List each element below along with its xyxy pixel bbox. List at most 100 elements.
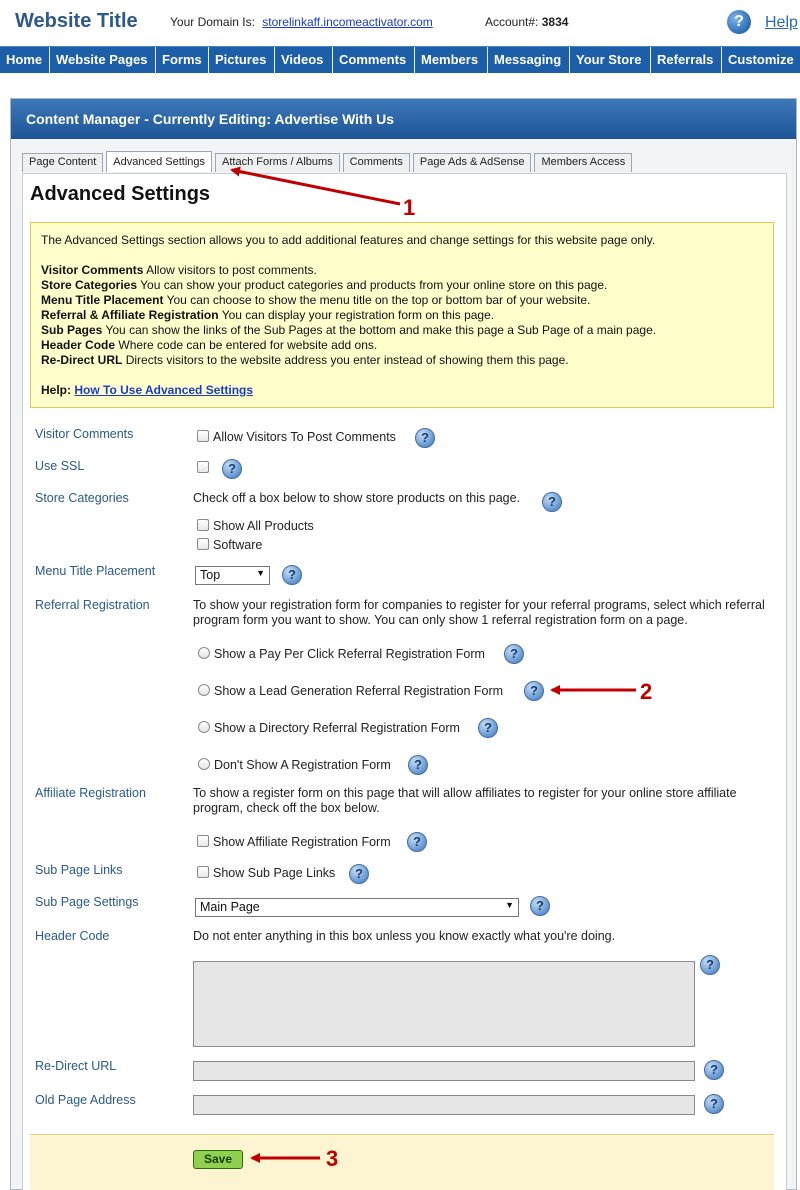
nav-messaging[interactable]: Messaging (488, 47, 570, 73)
lead-gen-referral-text: Show a Lead Generation Referral Registra… (214, 684, 504, 698)
no-registration-text: Don't Show A Registration Form (214, 758, 391, 772)
show-all-products-checkbox[interactable] (197, 519, 209, 531)
help-question-icon[interactable]: ? (282, 565, 302, 585)
help-question-icon[interactable]: ? (530, 896, 550, 916)
help-link[interactable]: Help (765, 14, 798, 32)
sub-page-settings-select[interactable]: Main Page ▼ (195, 898, 519, 917)
nav-members[interactable]: Members (415, 47, 488, 73)
info-item: Header Code Where code can be entered fo… (41, 338, 378, 352)
info-item: Re-Direct URL Directs visitors to the we… (41, 353, 569, 367)
help-icon[interactable]: ? (727, 10, 751, 34)
info-box: The Advanced Settings section allows you… (30, 222, 774, 408)
directory-referral-text: Show a Directory Referral Registration F… (214, 721, 460, 735)
annotation-number-1: 1 (403, 195, 416, 220)
redirect-url-input[interactable] (193, 1061, 695, 1081)
help-question-icon[interactable]: ? (222, 459, 242, 479)
domain-link[interactable]: storelinkaff.incomeactivator.com (262, 15, 433, 29)
old-page-address-input[interactable] (193, 1095, 695, 1115)
tab-attach-forms-albums[interactable]: Attach Forms / Albums (215, 153, 340, 172)
annotation-number-2: 2 (640, 679, 653, 704)
info-intro: The Advanced Settings section allows you… (41, 233, 656, 247)
use-ssl-label: Use SSL (35, 459, 85, 473)
visitor-comments-label: Visitor Comments (35, 427, 134, 441)
nav-videos[interactable]: Videos (275, 47, 333, 73)
tab-bar: Page Content Advanced Settings Attach Fo… (22, 151, 635, 173)
software-text: Software (213, 538, 263, 552)
menu-title-placement-label: Menu Title Placement (35, 564, 156, 578)
account-info: Account#: 3834 (485, 15, 568, 29)
info-item: Referral & Affiliate Registration You ca… (41, 308, 495, 322)
directory-referral-radio[interactable] (198, 721, 210, 733)
how-to-link[interactable]: How To Use Advanced Settings (74, 383, 253, 397)
nav-customize[interactable]: Customize (722, 47, 800, 73)
affiliate-registration-checkbox[interactable] (197, 835, 209, 847)
info-item: Store Categories You can show your produ… (41, 278, 608, 292)
allow-comments-checkbox[interactable] (197, 430, 209, 442)
nav-website-pages[interactable]: Website Pages (50, 47, 156, 73)
chevron-down-icon: ▼ (256, 568, 265, 578)
nav-referrals[interactable]: Referrals (651, 47, 722, 73)
nav-forms[interactable]: Forms (156, 47, 209, 73)
ppc-referral-radio[interactable] (198, 647, 210, 659)
referral-registration-intro: To show your registration form for compa… (193, 598, 765, 627)
account-number: 3834 (541, 15, 569, 29)
tab-comments[interactable]: Comments (342, 153, 410, 172)
help-question-icon[interactable]: ? (700, 955, 720, 975)
help-question-icon[interactable]: ? (504, 644, 524, 664)
main-nav: Home Website Pages Forms Pictures Videos… (0, 46, 800, 73)
help-question-icon[interactable]: ? (704, 1094, 724, 1114)
help-question-icon[interactable]: ? (349, 864, 369, 884)
tab-members-access[interactable]: Members Access (534, 153, 633, 172)
panel-title: Content Manager - Currently Editing: Adv… (11, 99, 796, 139)
tab-page-content[interactable]: Page Content (22, 153, 104, 172)
site-title: Website Title (15, 10, 138, 32)
menu-title-placement-select[interactable]: Top ▼ (195, 566, 270, 585)
help-question-icon[interactable]: ? (478, 718, 498, 738)
account-label: Account#: (485, 15, 539, 29)
nav-your-store[interactable]: Your Store (570, 47, 651, 73)
sub-page-links-label: Sub Page Links (35, 863, 123, 877)
help-question-icon[interactable]: ? (704, 1060, 724, 1080)
affiliate-registration-text: Show Affiliate Registration Form (213, 835, 391, 849)
domain-label: Your Domain Is: (170, 15, 255, 29)
help-question-icon[interactable]: ? (408, 755, 428, 775)
page-heading: Advanced Settings (30, 183, 211, 205)
store-categories-label: Store Categories (35, 491, 129, 505)
show-all-products-text: Show All Products (213, 519, 314, 533)
tab-advanced-settings[interactable]: Advanced Settings (106, 151, 213, 172)
tab-page-ads-adsense[interactable]: Page Ads & AdSense (412, 153, 532, 172)
header-code-label: Header Code (35, 929, 110, 943)
help-question-icon[interactable]: ? (524, 681, 544, 701)
redirect-url-label: Re-Direct URL (35, 1059, 117, 1073)
affiliate-registration-label: Affiliate Registration (35, 786, 146, 800)
help-question-icon[interactable]: ? (407, 832, 427, 852)
nav-home[interactable]: Home (0, 47, 50, 73)
annotation-number-3: 3 (326, 1146, 339, 1171)
header-code-textarea[interactable] (193, 961, 695, 1047)
old-page-address-label: Old Page Address (35, 1093, 136, 1107)
use-ssl-checkbox[interactable] (197, 461, 209, 473)
lead-gen-referral-radio[interactable] (198, 684, 210, 696)
sub-page-settings-label: Sub Page Settings (35, 895, 139, 909)
affiliate-registration-intro: To show a register form on this page tha… (193, 786, 737, 815)
store-categories-intro: Check off a box below to show store prod… (193, 491, 521, 505)
info-item: Sub Pages You can show the links of the … (41, 323, 657, 337)
header-code-intro: Do not enter anything in this box unless… (193, 929, 616, 943)
nav-comments[interactable]: Comments (333, 47, 415, 73)
ppc-referral-text: Show a Pay Per Click Referral Registrati… (214, 647, 485, 661)
top-header: Website Title Your Domain Is: storelinka… (0, 0, 800, 44)
allow-comments-text: Allow Visitors To Post Comments (213, 430, 396, 444)
info-item: Menu Title Placement You can choose to s… (41, 293, 591, 307)
no-registration-radio[interactable] (198, 758, 210, 770)
info-item: Visitor Comments Allow visitors to post … (41, 263, 317, 277)
nav-pictures[interactable]: Pictures (209, 47, 275, 73)
sub-page-links-checkbox[interactable] (197, 866, 209, 878)
chevron-down-icon: ▼ (505, 900, 514, 910)
help-question-icon[interactable]: ? (542, 492, 562, 512)
save-button[interactable]: Save (193, 1150, 243, 1169)
save-bar (30, 1134, 774, 1190)
software-checkbox[interactable] (197, 538, 209, 550)
domain-info: Your Domain Is: storelinkaff.incomeactiv… (170, 15, 433, 29)
help-question-icon[interactable]: ? (415, 428, 435, 448)
referral-registration-label: Referral Registration (35, 598, 150, 612)
